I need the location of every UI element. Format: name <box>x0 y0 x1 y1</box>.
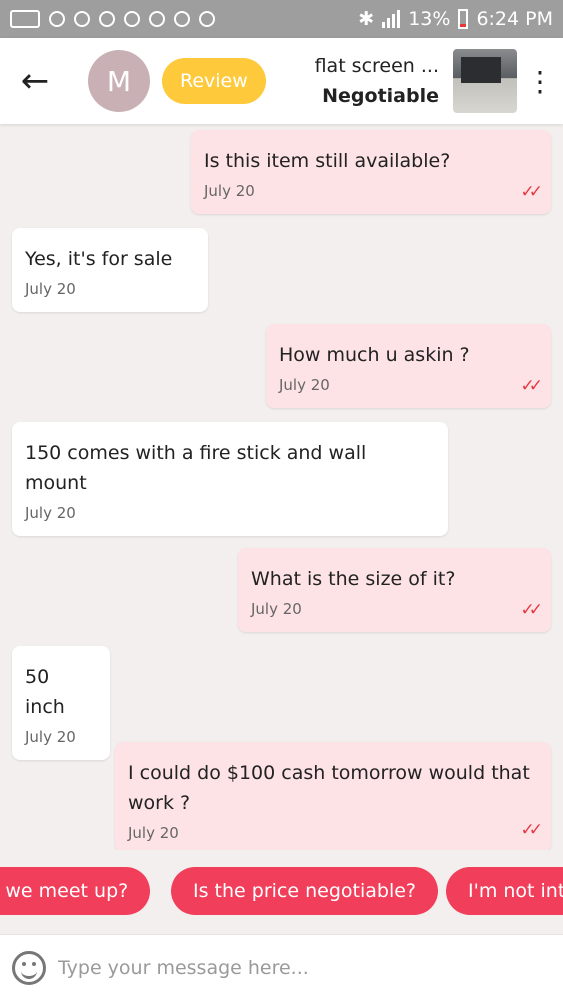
notification-icons <box>10 10 215 28</box>
message-bubble-incoming: 50 inch July 20 <box>12 646 110 760</box>
listing-title: flat screen ... <box>314 55 439 77</box>
message-bubble-outgoing: How much u askin ? July 20 ✓✓ <box>266 324 551 408</box>
chrome-icon <box>124 11 140 27</box>
message-time: July 20 <box>128 824 179 842</box>
usb-icon <box>49 11 65 27</box>
message-time: July 20 <box>279 376 330 394</box>
message-time: July 20 <box>25 504 76 522</box>
message-text: How much u askin ? <box>279 344 470 366</box>
message-time: July 20 <box>25 728 76 746</box>
quick-replies: ld we meet up? Is the price negotiable? … <box>0 850 563 934</box>
more-vert-icon[interactable]: ⋮ <box>517 38 563 124</box>
quick-reply-chip[interactable]: Is the price negotiable? <box>171 867 438 915</box>
voicemail-icon <box>199 11 215 27</box>
message-time: July 20 <box>25 280 76 298</box>
clock: 6:24 PM <box>476 8 553 30</box>
missed-call-icon <box>149 11 165 27</box>
message-text: Yes, it's for sale <box>25 248 173 270</box>
chat-header: ← M Review flat screen ... Negotiable ⋮ <box>0 38 563 124</box>
status-bar: ✱ 13% 6:24 PM <box>0 0 563 38</box>
listing-thumbnail[interactable] <box>453 49 517 113</box>
messages-notification-icon <box>10 10 40 28</box>
battery-icon <box>458 9 469 29</box>
pinterest-icon-2 <box>99 11 115 27</box>
back-arrow-icon[interactable]: ← <box>0 38 70 124</box>
message-text: I could do $100 cash tomorrow would that… <box>128 762 530 814</box>
message-text: 150 comes with a fire stick and wall mou… <box>25 442 367 494</box>
message-text: What is the size of it? <box>251 568 456 590</box>
message-text: Is this item still available? <box>204 150 451 172</box>
message-time: July 20 <box>204 182 255 200</box>
emoji-icon[interactable] <box>12 950 46 985</box>
pinterest-icon <box>74 11 90 27</box>
battery-percent: 13% <box>408 8 451 30</box>
bluetooth-icon: ✱ <box>358 8 375 30</box>
message-bubble-incoming: 150 comes with a fire stick and wall mou… <box>12 422 448 536</box>
alarm-icon <box>174 11 190 27</box>
read-receipt-icon: ✓✓ <box>520 376 543 396</box>
message-input[interactable] <box>58 945 563 990</box>
listing-info[interactable]: flat screen ... Negotiable <box>315 55 439 107</box>
read-receipt-icon: ✓✓ <box>520 820 543 840</box>
avatar[interactable]: M <box>88 50 150 112</box>
message-bubble-outgoing: What is the size of it? July 20 ✓✓ <box>238 548 551 632</box>
review-button[interactable]: Review <box>162 58 266 104</box>
read-receipt-icon: ✓✓ <box>520 182 543 202</box>
message-time: July 20 <box>251 600 302 618</box>
message-list[interactable]: Is this item still available? July 20 ✓✓… <box>0 124 563 850</box>
read-receipt-icon: ✓✓ <box>520 600 543 620</box>
signal-icon <box>382 10 401 28</box>
listing-price: Negotiable <box>322 85 439 107</box>
message-bubble-outgoing: I could do $100 cash tomorrow would that… <box>115 742 551 850</box>
message-bubble-outgoing: Is this item still available? July 20 ✓✓ <box>191 130 551 214</box>
message-text: 50 inch <box>25 666 65 718</box>
quick-reply-chip[interactable]: ld we meet up? <box>0 867 151 915</box>
message-input-bar <box>0 934 563 1000</box>
message-bubble-incoming: Yes, it's for sale July 20 <box>12 228 208 312</box>
quick-reply-chip[interactable]: I'm not int <box>446 867 563 915</box>
